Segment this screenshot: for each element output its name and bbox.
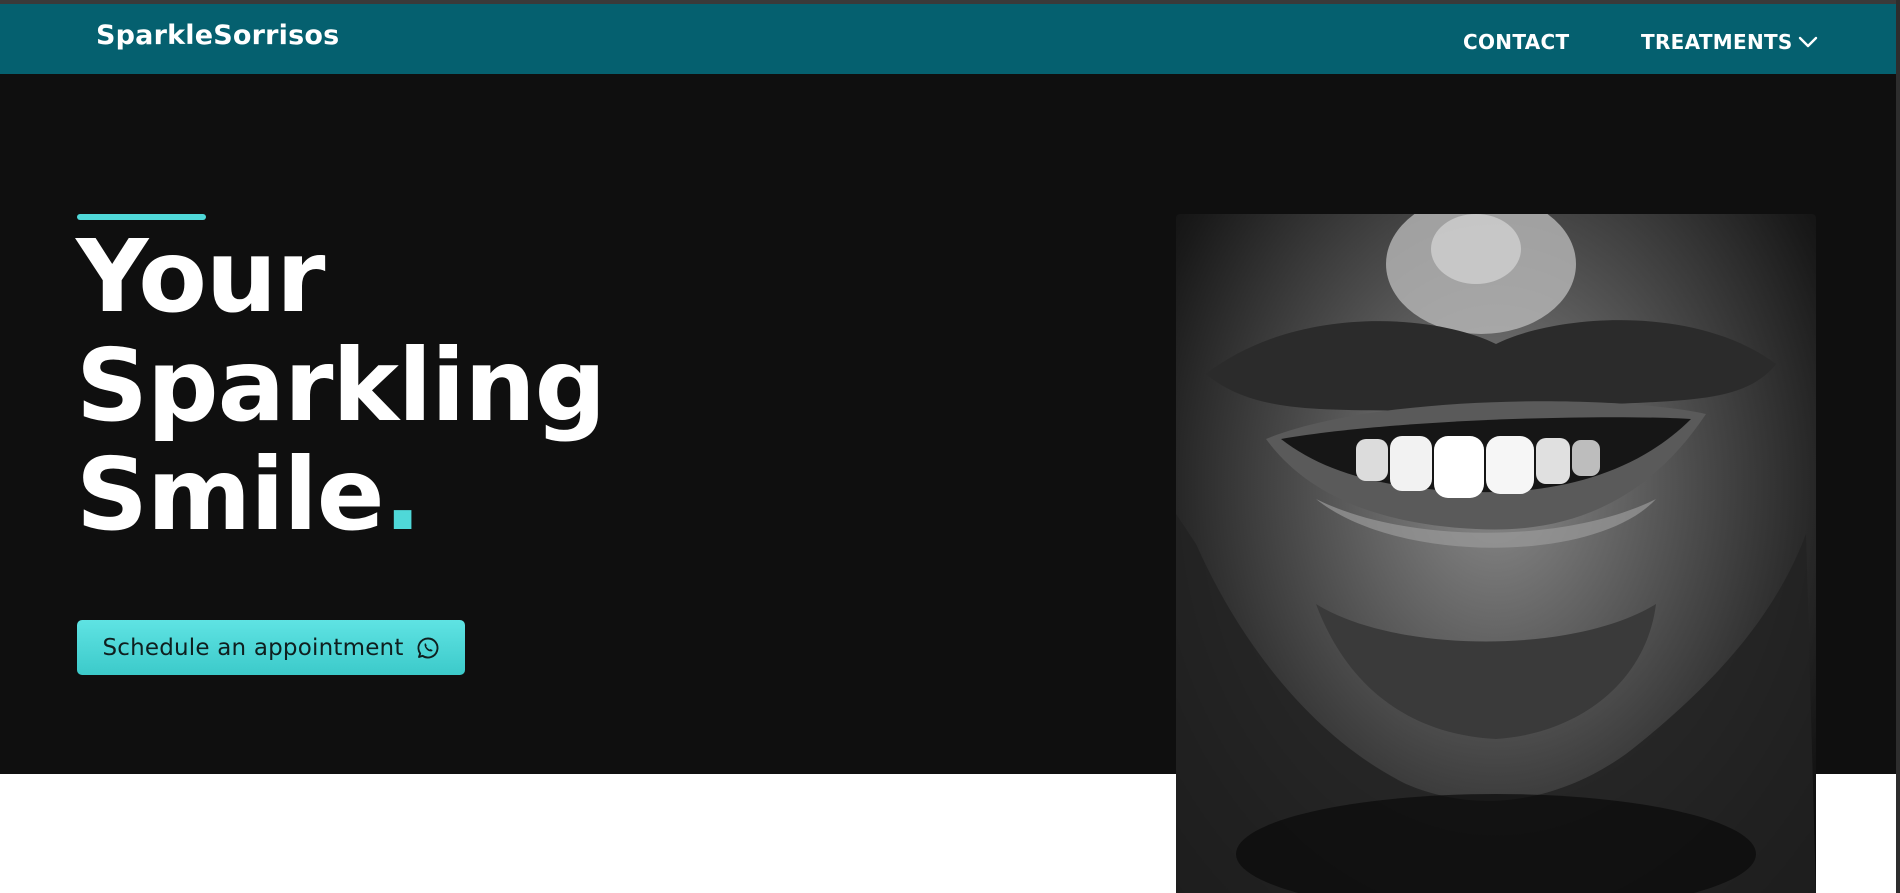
chevron-down-icon — [1797, 31, 1819, 53]
brand-logo[interactable]: SparkleSorrisos — [96, 20, 339, 51]
page: SparkleSorrisos CONTACT TREATMENTS Your … — [0, 0, 1900, 893]
hero-title-line-2: Sparkling — [76, 327, 606, 444]
schedule-appointment-button[interactable]: Schedule an appointment — [77, 620, 465, 675]
vertical-scrollbar[interactable] — [1896, 0, 1900, 893]
smile-photo — [1176, 214, 1816, 893]
schedule-appointment-label: Schedule an appointment — [102, 634, 404, 661]
nav-treatments-dropdown[interactable]: TREATMENTS — [1641, 30, 1819, 54]
hero-title-line-1: Your — [76, 218, 325, 335]
site-header: SparkleSorrisos CONTACT TREATMENTS — [0, 4, 1896, 74]
hero-title-accent-dot: . — [383, 436, 422, 553]
nav-contact-link[interactable]: CONTACT — [1463, 30, 1569, 54]
nav-treatments-label: TREATMENTS — [1641, 30, 1793, 54]
whatsapp-icon — [416, 636, 440, 660]
hero-title-line-3: Smile — [76, 436, 385, 553]
hero-title: Your Sparkling Smile. — [76, 222, 606, 549]
